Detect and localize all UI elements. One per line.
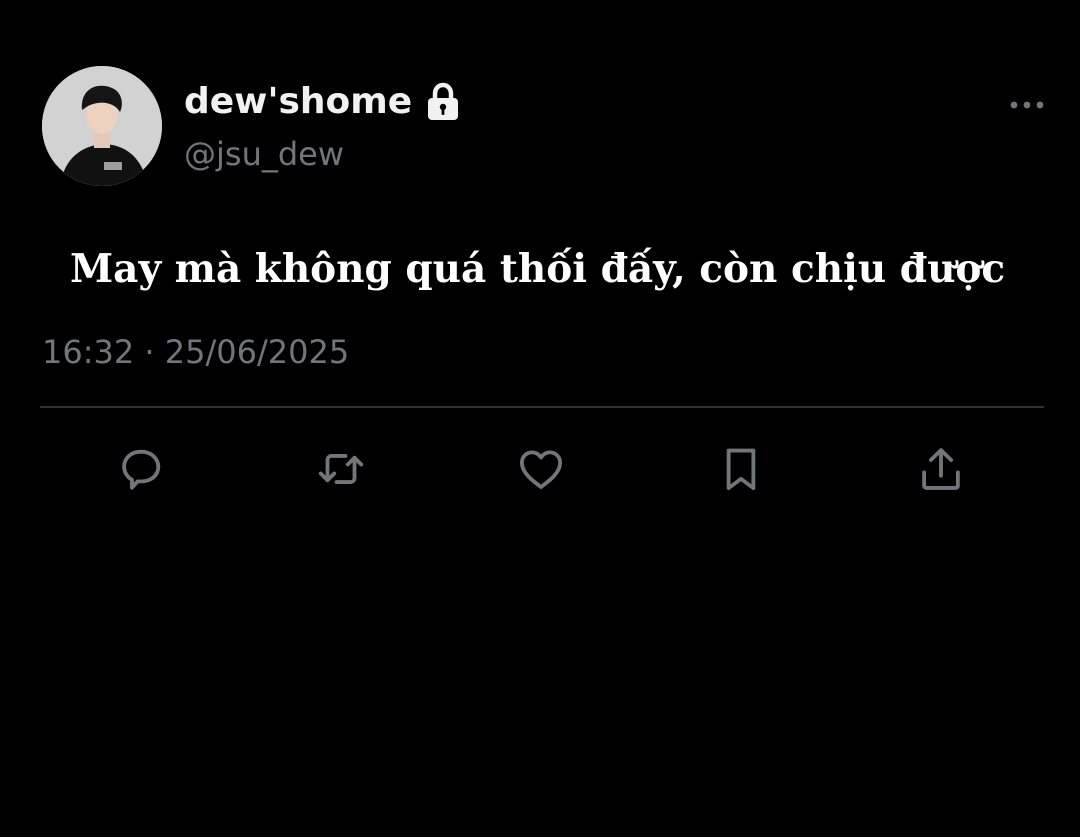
- lock-icon: [426, 82, 460, 122]
- avatar-photo: [42, 66, 162, 186]
- bookmark-icon[interactable]: [714, 442, 768, 496]
- reply-icon[interactable]: [114, 442, 168, 496]
- more-options-icon[interactable]: [1006, 94, 1050, 116]
- avatar[interactable]: [42, 66, 162, 186]
- share-icon[interactable]: [914, 442, 968, 496]
- retweet-icon[interactable]: [314, 442, 368, 496]
- display-name[interactable]: dew'shome: [184, 80, 412, 124]
- like-icon[interactable]: [514, 442, 568, 496]
- display-name-row: dew'shome: [184, 80, 460, 124]
- tweet-text: May mà không quá thối đấy, còn chịu được: [70, 246, 1006, 292]
- tweet-timestamp[interactable]: 16:32 · 25/06/2025: [42, 332, 349, 372]
- username-handle[interactable]: @jsu_dew: [184, 134, 344, 174]
- divider: [40, 406, 1044, 408]
